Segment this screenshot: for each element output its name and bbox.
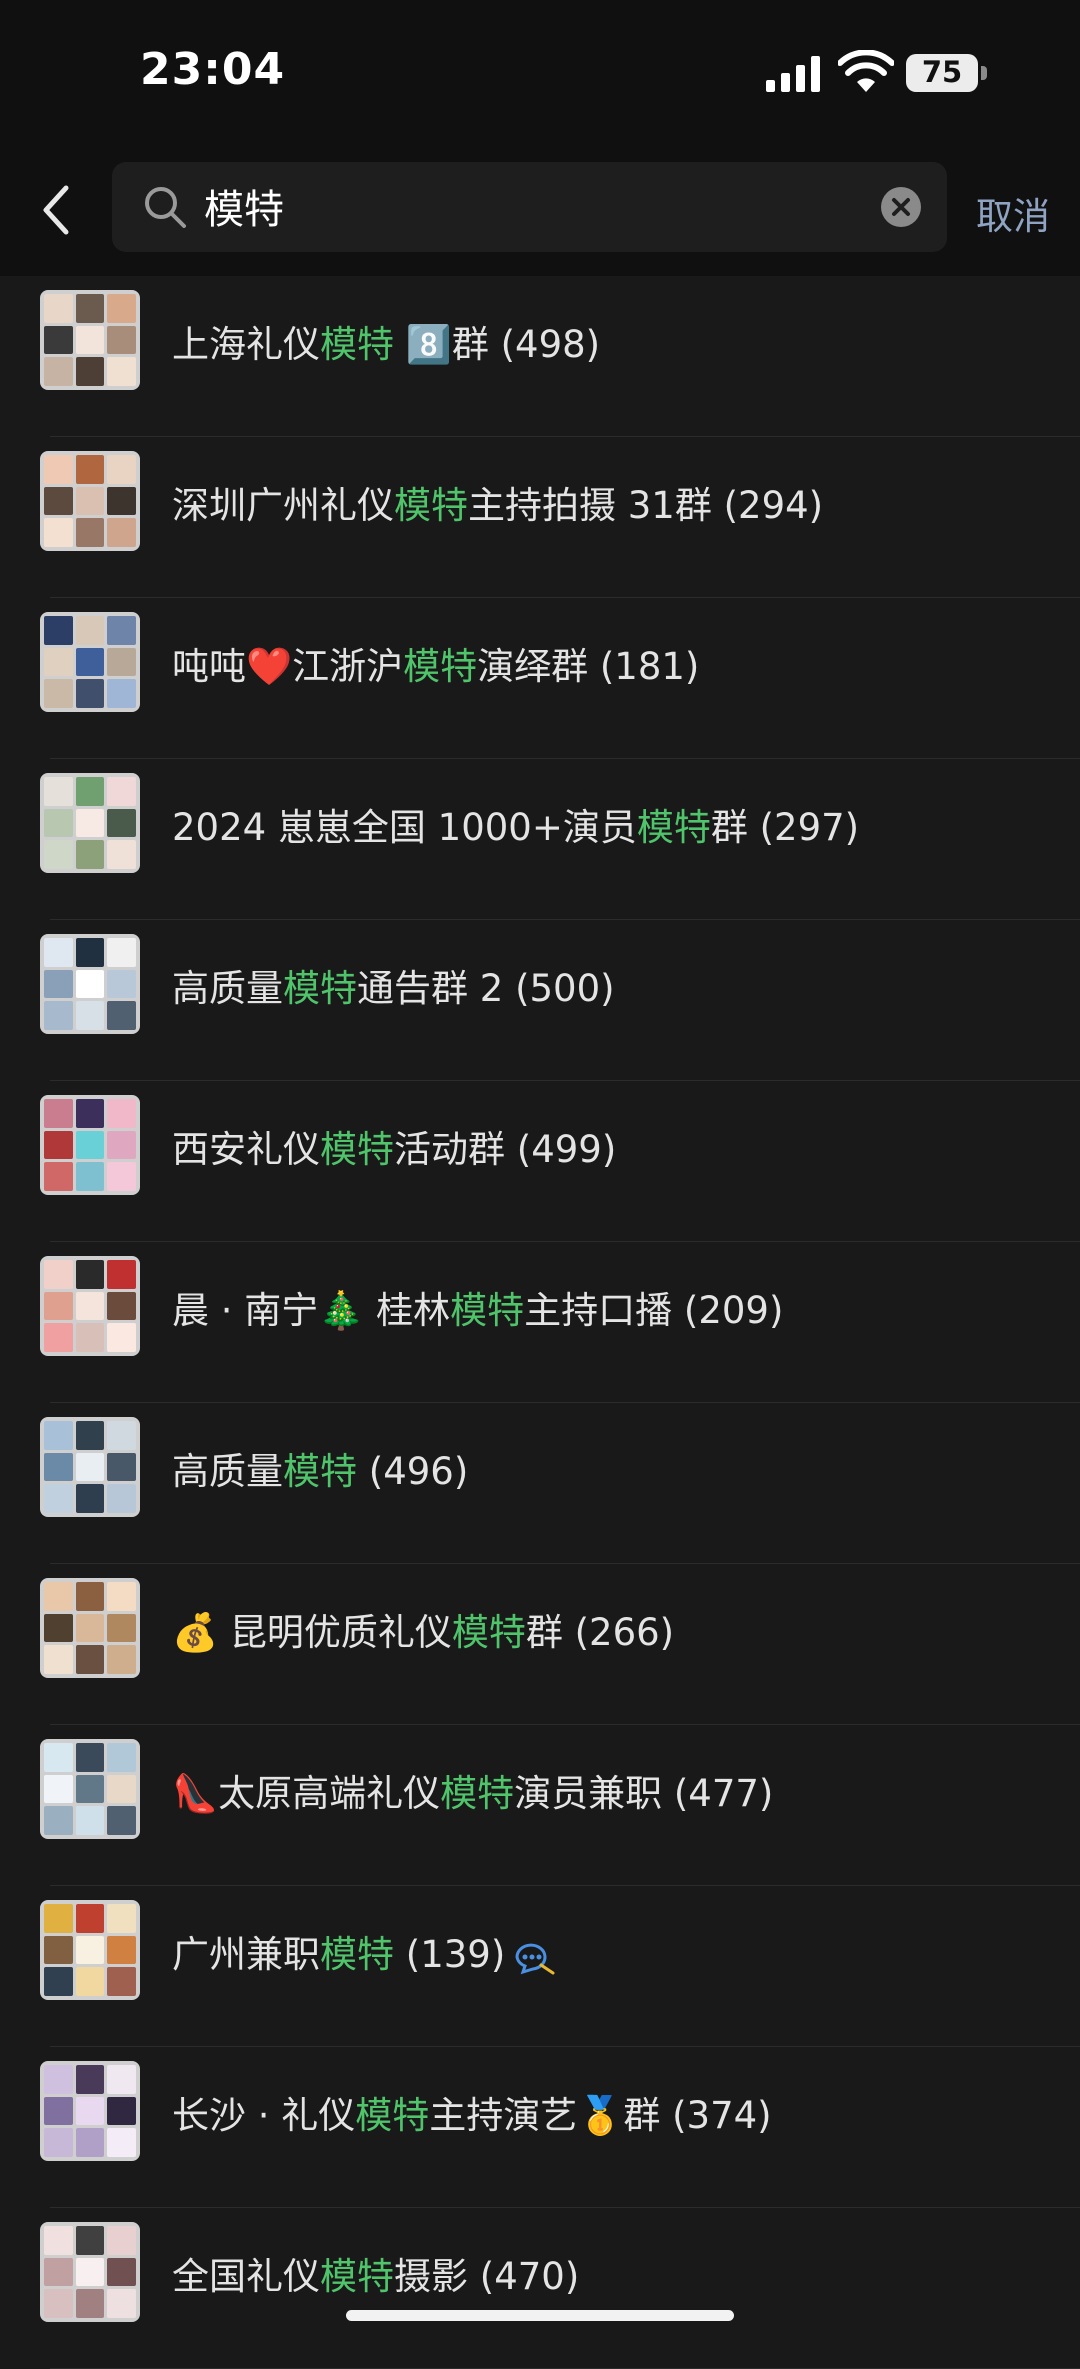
search-box[interactable] xyxy=(112,162,947,252)
group-avatar xyxy=(40,290,140,390)
group-name: 👠太原高端礼仪模特演员兼职 (477) xyxy=(172,1763,773,1817)
result-row[interactable]: 深圳广州礼仪模特主持拍摄 31群 (294) xyxy=(0,437,1080,598)
group-name-suffix: 摄影 (470) xyxy=(394,2255,580,2298)
search-icon xyxy=(145,187,186,228)
result-row[interactable]: 西安礼仪模特活动群 (499) xyxy=(0,1081,1080,1242)
keyword-highlight: 模特 xyxy=(355,2094,430,2137)
group-name-prefix: 💰 昆明优质礼仪 xyxy=(172,1611,452,1654)
group-name-suffix: 活动群 (499) xyxy=(394,1128,617,1171)
group-name-suffix: 通告群 2 (500) xyxy=(357,967,615,1010)
group-name: 西安礼仪模特活动群 (499) xyxy=(172,1119,616,1173)
group-avatar xyxy=(40,451,140,551)
group-name-prefix: 上海礼仪 xyxy=(172,323,320,366)
keyword-highlight: 模特 xyxy=(283,967,357,1010)
result-row[interactable]: 长沙 · 礼仪模特主持演艺🥇群 (374) xyxy=(0,2047,1080,2208)
group-name-prefix: 深圳广州礼仪 xyxy=(172,484,394,527)
clear-input-icon[interactable] xyxy=(880,186,922,228)
group-name-prefix: 吨吨❤️江浙沪 xyxy=(172,645,404,688)
result-row[interactable]: 广州兼职模特 (139) xyxy=(0,1886,1080,2047)
group-avatar xyxy=(40,2222,140,2322)
keyword-highlight: 模特 xyxy=(636,806,711,849)
group-avatar xyxy=(40,1739,140,1839)
group-name: 深圳广州礼仪模特主持拍摄 31群 (294) xyxy=(172,475,823,529)
group-avatar xyxy=(40,934,140,1034)
group-name-suffix: 群 (266) xyxy=(525,1611,675,1654)
group-name-prefix: 全国礼仪 xyxy=(172,2255,320,2298)
result-row[interactable]: 上海礼仪模特 8️⃣群 (498) xyxy=(0,276,1080,437)
group-name: 上海礼仪模特 8️⃣群 (498) xyxy=(172,314,600,368)
keyword-highlight: 模特 xyxy=(320,323,394,366)
group-avatar xyxy=(40,612,140,712)
chat-mute-icon xyxy=(515,1943,555,1974)
cancel-button[interactable]: 取消 xyxy=(976,186,1050,240)
group-name-suffix: 主持拍摄 31群 (294) xyxy=(468,484,824,527)
result-row[interactable]: 高质量模特通告群 2 (500) xyxy=(0,920,1080,1081)
result-row[interactable]: 💰 昆明优质礼仪模特群 (266) xyxy=(0,1564,1080,1725)
group-name-suffix: 演员兼职 (477) xyxy=(514,1772,774,1815)
group-name: 高质量模特通告群 2 (500) xyxy=(172,958,615,1012)
group-name-prefix: 高质量 xyxy=(172,1450,283,1493)
group-name-suffix: 8️⃣群 (498) xyxy=(394,323,601,366)
group-avatar xyxy=(40,773,140,873)
group-avatar xyxy=(40,1578,140,1678)
keyword-highlight: 模特 xyxy=(320,2255,394,2298)
group-avatar xyxy=(40,1095,140,1195)
group-name-prefix: 👠太原高端礼仪 xyxy=(172,1772,441,1815)
group-avatar xyxy=(40,1417,140,1517)
group-name-prefix: 晨 · 南宁🎄 桂林 xyxy=(172,1289,451,1332)
cellular-signal-icon xyxy=(766,56,820,92)
clock: 23:04 xyxy=(140,44,286,95)
group-avatar xyxy=(40,1900,140,2000)
group-name: 广州兼职模特 (139) xyxy=(172,1924,555,1978)
group-name-prefix: 高质量 xyxy=(172,967,283,1010)
search-header: 取消 xyxy=(0,150,1080,276)
status-bar: 23:04 75 xyxy=(0,0,1080,150)
group-name: 全国礼仪模特摄影 (470) xyxy=(172,2246,579,2300)
group-name-prefix: 2024 崽崽全国 1000+演员 xyxy=(172,806,637,849)
group-name-suffix: 主持演艺🥇群 (374) xyxy=(429,2094,772,2137)
keyword-highlight: 模特 xyxy=(440,1772,515,1815)
group-name-suffix: (139) xyxy=(394,1933,506,1976)
group-name-suffix: (496) xyxy=(357,1450,469,1493)
keyword-highlight: 模特 xyxy=(451,1611,526,1654)
result-row[interactable]: 👠太原高端礼仪模特演员兼职 (477) xyxy=(0,1725,1080,1886)
result-row[interactable]: 晨 · 南宁🎄 桂林模特主持口播 (209) xyxy=(0,1242,1080,1403)
keyword-highlight: 模特 xyxy=(320,1128,394,1171)
group-name-suffix: 演绎群 (181) xyxy=(477,645,700,688)
keyword-highlight: 模特 xyxy=(394,484,468,527)
group-name-suffix: 群 (297) xyxy=(710,806,860,849)
group-avatar xyxy=(40,2061,140,2161)
result-row[interactable]: 2024 崽崽全国 1000+演员模特群 (297) xyxy=(0,759,1080,920)
keyword-highlight: 模特 xyxy=(283,1450,357,1493)
keyword-highlight: 模特 xyxy=(320,1933,394,1976)
group-name: 长沙 · 礼仪模特主持演艺🥇群 (374) xyxy=(172,2085,772,2139)
battery-level: 75 xyxy=(921,55,963,89)
group-name-suffix: 主持口播 (209) xyxy=(524,1289,784,1332)
group-name-prefix: 广州兼职 xyxy=(172,1933,320,1976)
group-name: 2024 崽崽全国 1000+演员模特群 (297) xyxy=(172,797,859,851)
home-indicator xyxy=(346,2310,734,2321)
group-name-prefix: 西安礼仪 xyxy=(172,1128,320,1171)
battery-icon: 75 xyxy=(906,54,988,92)
search-input[interactable] xyxy=(204,178,854,234)
group-name-prefix: 长沙 · 礼仪 xyxy=(172,2094,356,2137)
group-name: 晨 · 南宁🎄 桂林模特主持口播 (209) xyxy=(172,1280,783,1334)
group-name: 💰 昆明优质礼仪模特群 (266) xyxy=(172,1602,674,1656)
keyword-highlight: 模特 xyxy=(403,645,478,688)
back-chevron-icon[interactable] xyxy=(38,180,78,240)
keyword-highlight: 模特 xyxy=(450,1289,525,1332)
group-name: 吨吨❤️江浙沪模特演绎群 (181) xyxy=(172,636,699,690)
result-row[interactable]: 全国礼仪模特摄影 (470) xyxy=(0,2208,1080,2369)
result-row[interactable]: 高质量模特 (496) xyxy=(0,1403,1080,1564)
result-row[interactable]: 吨吨❤️江浙沪模特演绎群 (181) xyxy=(0,598,1080,759)
search-results-list: 上海礼仪模特 8️⃣群 (498) 深圳广州礼仪模特主持拍摄 31群 (294) 吨… xyxy=(0,276,1080,2369)
group-name: 高质量模特 (496) xyxy=(172,1441,468,1495)
group-avatar xyxy=(40,1256,140,1356)
wifi-icon xyxy=(838,50,894,92)
